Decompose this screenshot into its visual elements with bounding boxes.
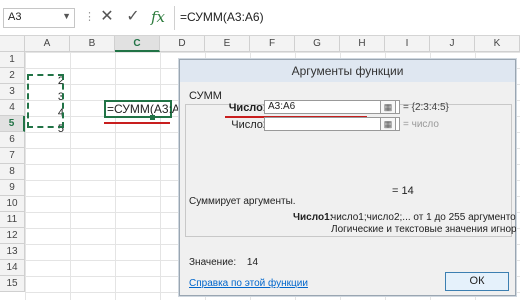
row-header-7[interactable]: 7 <box>0 148 25 164</box>
column-header-a[interactable]: A <box>25 36 70 52</box>
arg2-label: Число2 <box>231 119 269 131</box>
annotation-underline <box>104 122 170 124</box>
name-box-dropdown-icon[interactable]: ▼ <box>62 11 71 21</box>
argument-name: Число1: <box>293 212 333 223</box>
row-header-15[interactable]: 15 <box>0 276 25 292</box>
insert-function-icon[interactable]: fx <box>148 6 168 28</box>
arg1-range-picker[interactable]: ▦ <box>380 100 396 114</box>
row-header-10[interactable]: 10 <box>0 196 25 212</box>
row-header-3[interactable]: 3 <box>0 84 25 100</box>
range-marquee <box>27 74 64 128</box>
row-header-5[interactable]: 5 <box>0 116 25 132</box>
arg1-result: = {2:3:4:5} <box>403 102 449 113</box>
range-picker-icon: ▦ <box>383 102 393 112</box>
formula-input[interactable]: =СУММ(A3:A6) <box>180 8 516 28</box>
enter-icon[interactable]: ✓ <box>123 6 143 28</box>
column-header-i[interactable]: I <box>385 36 430 52</box>
formula-bar-divider <box>174 6 175 30</box>
value-label: Значение: <box>189 257 237 268</box>
column-header-f[interactable]: F <box>250 36 295 52</box>
row-header-9[interactable]: 9 <box>0 180 25 196</box>
help-link[interactable]: Справка по этой функции <box>189 278 308 289</box>
dialog-title[interactable]: Аргументы функции <box>180 60 515 82</box>
formula-value: Значение: 14 <box>189 257 258 268</box>
column-header-j[interactable]: J <box>430 36 475 52</box>
grip-icon: ⋮ <box>84 11 95 23</box>
column-header-g[interactable]: G <box>295 36 340 52</box>
value-number: 14 <box>246 257 259 268</box>
ok-button[interactable]: ОК <box>445 272 509 291</box>
row-header-8[interactable]: 8 <box>0 164 25 180</box>
row-header-4[interactable]: 4 <box>0 100 25 116</box>
arg2-result: = число <box>403 119 439 130</box>
cancel-icon[interactable]: ✕ <box>97 6 117 28</box>
row-header-14[interactable]: 14 <box>0 260 25 276</box>
column-header-c[interactable]: C <box>115 36 160 52</box>
row-header-12[interactable]: 12 <box>0 228 25 244</box>
select-all-corner[interactable] <box>0 36 25 52</box>
row-header-6[interactable]: 6 <box>0 132 25 148</box>
column-header-h[interactable]: H <box>340 36 385 52</box>
arg1-label: Число1 <box>228 102 269 114</box>
column-header-d[interactable]: D <box>160 36 205 52</box>
function-name: СУММ <box>189 90 222 102</box>
range-picker-icon: ▦ <box>383 119 393 129</box>
name-box[interactable]: A3 ▼ <box>3 8 75 28</box>
row-header-11[interactable]: 11 <box>0 212 25 228</box>
row-header-13[interactable]: 13 <box>0 244 25 260</box>
fill-handle[interactable] <box>150 115 155 120</box>
function-arguments-dialog: Аргументы функции СУММ Число1 A3:A6 ▦ = … <box>179 59 516 296</box>
column-header-k[interactable]: K <box>475 36 520 52</box>
arg2-range-picker[interactable]: ▦ <box>380 117 396 131</box>
active-cell-c5[interactable]: =СУММ(A3:A6) <box>104 100 191 118</box>
function-description: Суммирует аргументы. <box>189 196 296 207</box>
row-header-1[interactable]: 1 <box>0 52 25 68</box>
argument-description-line2: Логические и текстовые значения игнориру… <box>331 224 516 235</box>
column-header-b[interactable]: B <box>70 36 115 52</box>
name-box-value: A3 <box>8 11 22 23</box>
argument-description-line1: число1;число2;... от 1 до 255 аргументов… <box>331 212 516 223</box>
column-header-e[interactable]: E <box>205 36 250 52</box>
formula-total: = 14 <box>392 185 414 197</box>
row-header-2[interactable]: 2 <box>0 68 25 84</box>
formula-bar: A3 ▼ ⋮ ✕ ✓ fx =СУММ(A3:A6) <box>0 0 520 36</box>
